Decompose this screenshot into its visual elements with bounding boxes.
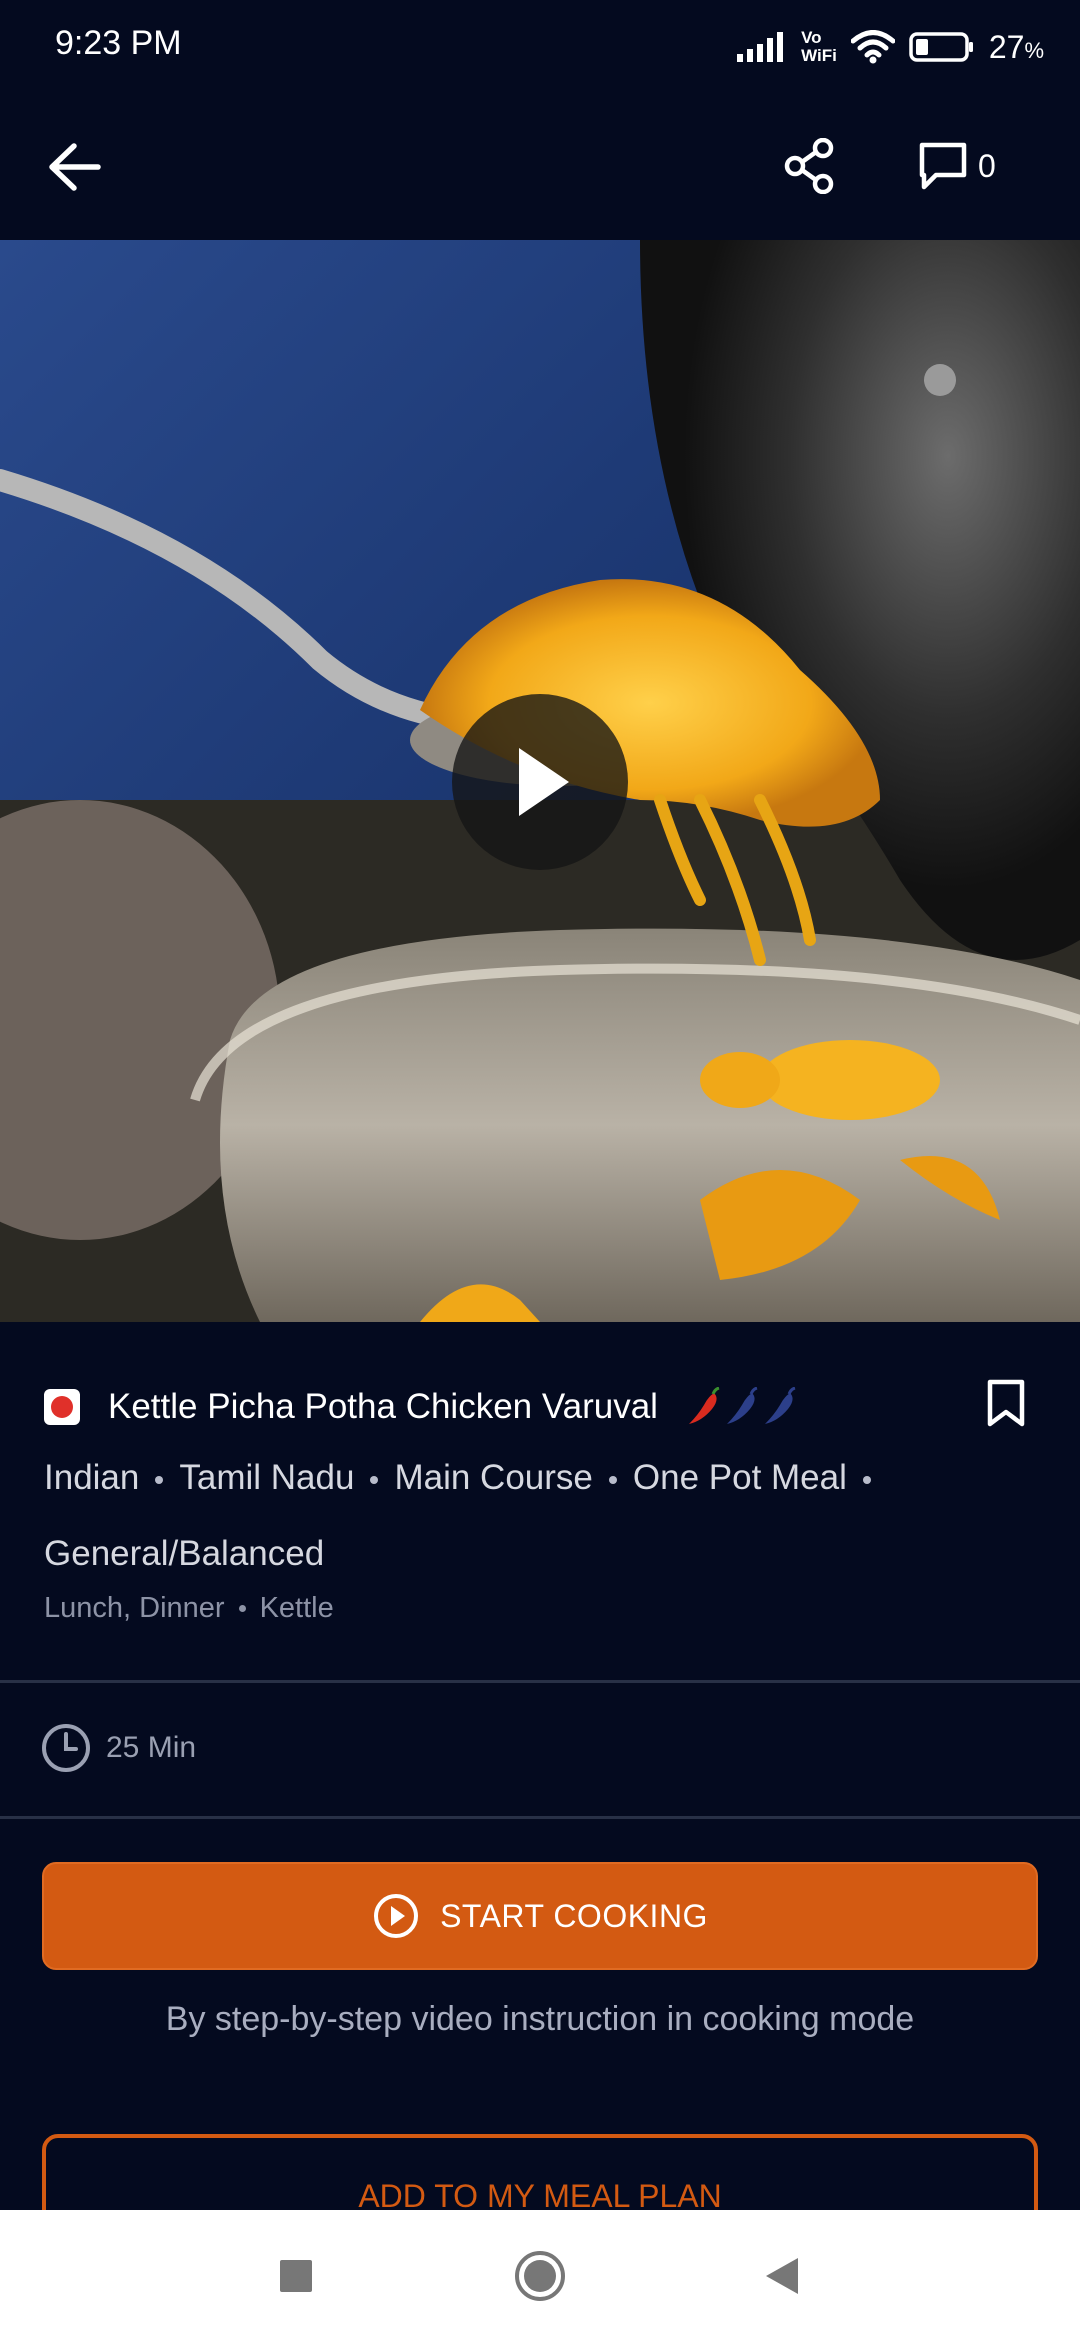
battery-icon — [909, 31, 975, 63]
non-veg-indicator-icon — [44, 1389, 80, 1425]
start-cooking-label: START COOKING — [440, 1897, 708, 1934]
separator-dot — [862, 1475, 871, 1484]
separator-dot — [238, 1605, 246, 1612]
triangle-back-icon — [766, 2258, 798, 2294]
vowifi-icon: Vo WiFi — [801, 29, 837, 65]
chili-inactive-icon — [764, 1387, 796, 1424]
play-icon — [519, 748, 569, 816]
share-icon — [784, 138, 834, 194]
arrow-left-icon — [49, 143, 101, 191]
vowifi-label-bottom: WiFi — [801, 46, 837, 65]
bookmark-button[interactable] — [982, 1368, 1030, 1438]
start-cooking-button[interactable]: START COOKING — [42, 1862, 1038, 1970]
signal-icon — [737, 32, 787, 62]
equipment: Kettle — [259, 1592, 334, 1624]
share-button[interactable] — [770, 126, 850, 206]
status-bar: 9:23 PM Vo WiFi 27% — [0, 0, 1080, 96]
back-nav-button[interactable] — [752, 2246, 812, 2306]
battery-percent: 27% — [989, 29, 1044, 66]
tag-cuisine: Indian — [44, 1458, 140, 1497]
top-toolbar: 0 — [0, 96, 1080, 240]
recipe-tags: Indian Tamil Nadu Main Course One Pot Meal G… — [44, 1440, 1044, 1592]
separator-dot — [370, 1475, 379, 1484]
meal-times: Lunch, Dinner — [44, 1592, 225, 1624]
tag-region: Tamil Nadu — [179, 1458, 355, 1497]
home-circle-icon — [515, 2251, 565, 2301]
recent-apps-button[interactable] — [266, 2246, 326, 2306]
play-circle-icon — [374, 1894, 419, 1938]
duration-row: 25 Min — [40, 1722, 196, 1774]
duration-text: 25 Min — [106, 1731, 197, 1764]
separator-dot — [155, 1475, 164, 1484]
status-icons: Vo WiFi 27% — [737, 22, 1044, 72]
home-button[interactable] — [510, 2246, 570, 2306]
clock-icon — [42, 1724, 90, 1772]
status-time: 9:23 PM — [55, 24, 182, 62]
battery-value: 27 — [988, 28, 1025, 65]
back-button[interactable] — [40, 132, 110, 202]
title-row: Kettle Picha Potha Chicken Varuval — [44, 1372, 1044, 1442]
comment-count: 0 — [978, 147, 996, 184]
wifi-icon — [850, 30, 895, 64]
comments-button[interactable]: 0 — [918, 126, 996, 206]
spice-level — [686, 1387, 796, 1427]
start-cooking-helper-text: By step-by-step video instruction in coo… — [165, 2000, 915, 2038]
divider — [0, 1816, 1080, 1819]
recipe-title: Kettle Picha Potha Chicken Varuval — [108, 1387, 658, 1426]
square-icon — [280, 2260, 312, 2292]
play-button[interactable] — [452, 694, 628, 870]
bookmark-icon — [987, 1379, 1025, 1427]
tag-meal-type: One Pot Meal — [632, 1458, 847, 1497]
vowifi-label-top: Vo — [801, 28, 822, 47]
chili-inactive-icon — [726, 1387, 758, 1424]
chili-active-icon — [688, 1387, 720, 1424]
battery-unit: % — [1024, 37, 1044, 63]
system-navigation-bar — [0, 2210, 1080, 2340]
recipe-video-thumbnail[interactable] — [0, 240, 1080, 1322]
divider — [0, 1680, 1080, 1683]
separator-dot — [608, 1475, 617, 1484]
recipe-meta: Lunch, Dinner Kettle — [44, 1592, 334, 1625]
comment-icon — [919, 142, 967, 190]
tag-course: Main Course — [394, 1458, 593, 1497]
tag-diet: General/Balanced — [44, 1534, 325, 1573]
